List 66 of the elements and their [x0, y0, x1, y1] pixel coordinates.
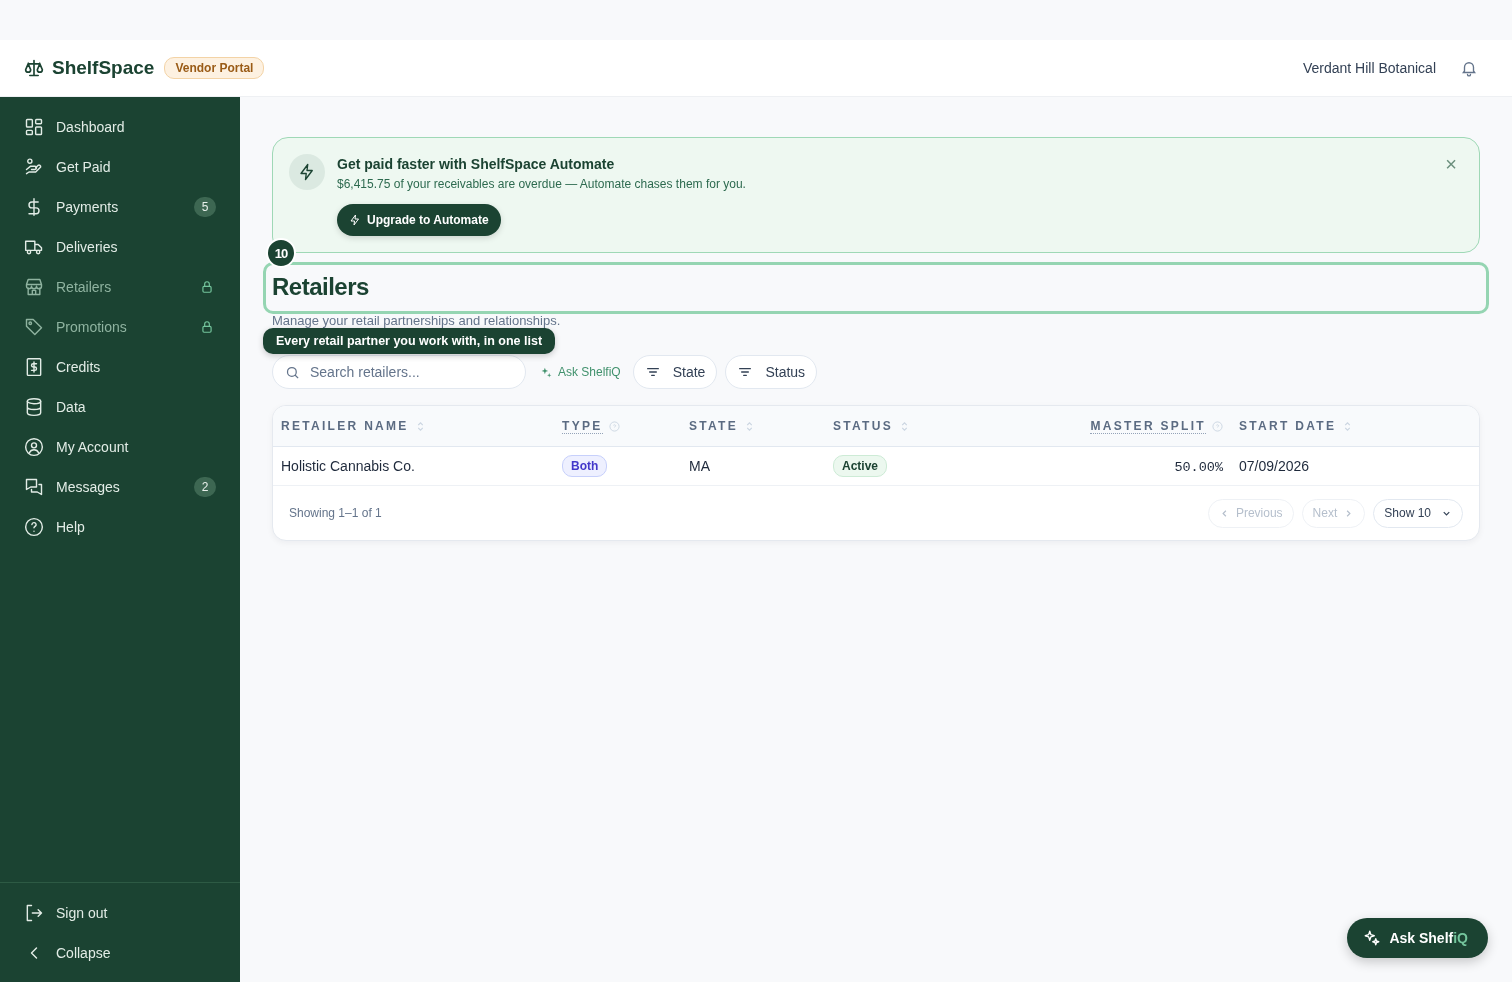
bell-icon[interactable]: [1460, 59, 1478, 77]
sign-out-link[interactable]: Sign out: [0, 893, 240, 933]
column-header[interactable]: RETAILER NAME: [281, 419, 562, 433]
help-icon: [608, 420, 620, 432]
filter-button[interactable]: State: [632, 355, 718, 389]
help-icon: [24, 517, 44, 537]
column-header[interactable]: MASTER SPLIT: [1033, 418, 1239, 434]
count-badge: 5: [194, 197, 216, 217]
lock-icon: [200, 280, 214, 294]
sidebar-item[interactable]: Retailers: [0, 267, 240, 307]
start-date-cell: 07/09/2026: [1239, 458, 1310, 474]
upgrade-button[interactable]: Upgrade to Automate: [337, 204, 501, 236]
sidebar-item[interactable]: Payments 5: [0, 187, 240, 227]
sign-out-icon: [24, 903, 44, 923]
truck-icon: [24, 237, 44, 257]
sidebar-item[interactable]: Messages 2: [0, 467, 240, 507]
results-summary: Showing 1–1 of 1: [289, 506, 382, 520]
sidebar-item[interactable]: Promotions: [0, 307, 240, 347]
search-input[interactable]: Search retailers...: [308, 363, 513, 381]
hand-coin-icon: [24, 157, 44, 177]
sidebar-item[interactable]: Data: [0, 387, 240, 427]
state-cell: MA: [689, 458, 710, 474]
column-header[interactable]: START DATE: [1239, 419, 1471, 433]
scale-logo-icon: [24, 58, 44, 78]
page-size-dropdown[interactable]: Show 10: [1373, 498, 1463, 528]
retailer-name-cell: Holistic Cannabis Co.: [281, 458, 415, 474]
search-icon: [285, 364, 300, 380]
tag-icon: [24, 317, 44, 337]
column-header[interactable]: STATUS: [833, 419, 1033, 433]
help-icon: [1212, 420, 1223, 432]
column-header[interactable]: STATE: [689, 419, 833, 433]
ask-assistant-button[interactable]: Ask ShelfiQ: [536, 365, 625, 379]
account-name[interactable]: Verdant Hill Botanical: [1302, 60, 1436, 76]
ask-assistant-button[interactable]: Ask ShelfiQ: [1347, 918, 1488, 958]
sidebar-item[interactable]: Dashboard: [0, 107, 240, 147]
brand-name: ShelfSpace: [52, 57, 155, 79]
sidebar-item[interactable]: Get Paid: [0, 147, 240, 187]
sidebar-item[interactable]: My Account: [0, 427, 240, 467]
banner-text: $6,415.75 of your receivables are overdue — Automate chases them for you.: [337, 177, 746, 191]
page-title: Retailers: [272, 272, 369, 301]
user-circle-icon: [24, 437, 44, 457]
portal-badge: Vendor Portal: [164, 57, 265, 79]
store-icon: [24, 277, 44, 297]
type-tag: Both: [562, 455, 608, 477]
sparkle-icon: [1363, 929, 1382, 947]
receipt-icon: [24, 357, 44, 377]
lightning-icon: [349, 214, 361, 226]
master-split-cell: 50.00%: [1174, 459, 1223, 475]
collapse-button[interactable]: Collapse: [0, 933, 240, 973]
sidebar-item[interactable]: Deliveries: [0, 227, 240, 267]
banner-title: Get paid faster with ShelfSpace Automate: [337, 156, 616, 172]
count-badge: 2: [194, 477, 216, 497]
sidebar-item[interactable]: Credits: [0, 347, 240, 387]
database-icon: [24, 397, 44, 417]
status-tag: Active: [833, 455, 888, 477]
chat-icon: [24, 477, 44, 497]
column-header[interactable]: TYPE: [562, 418, 689, 434]
filter-button[interactable]: Status: [725, 355, 818, 389]
tour-tooltip: Every retail partner you work with, in one list: [263, 328, 556, 354]
search-field[interactable]: Search retailers...: [272, 355, 526, 389]
page-subtitle: Manage your retail partnerships and relationships.: [272, 313, 562, 328]
step-badge: 10: [266, 238, 296, 268]
lightning-icon: [289, 154, 325, 190]
dashboard-grid-icon: [24, 117, 44, 137]
lock-icon: [200, 320, 214, 334]
sidebar-item[interactable]: Help: [0, 507, 240, 547]
